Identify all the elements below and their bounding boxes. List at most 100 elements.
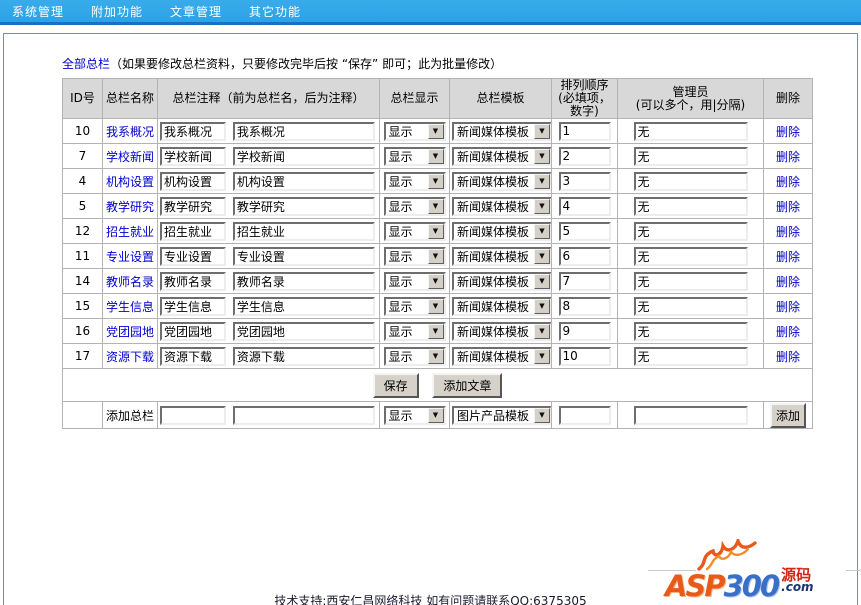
add-note-desc-input[interactable] — [232, 405, 375, 425]
add-button[interactable]: 添加 — [769, 402, 806, 428]
chevron-down-icon[interactable]: ▼ — [427, 273, 444, 289]
note-desc-input[interactable] — [232, 171, 375, 191]
note-desc-input[interactable] — [232, 346, 375, 366]
nav-item-system[interactable]: 系统管理 — [12, 3, 64, 20]
admin-input[interactable] — [633, 271, 748, 291]
order-input[interactable] — [558, 196, 611, 216]
order-input[interactable] — [558, 346, 611, 366]
admin-input[interactable] — [633, 296, 748, 316]
template-select[interactable]: 新闻媒体模板 ▼ — [452, 321, 551, 341]
template-select[interactable]: 新闻媒体模板 ▼ — [452, 246, 551, 266]
chevron-down-icon[interactable]: ▼ — [534, 407, 550, 423]
note-desc-input[interactable] — [232, 196, 375, 216]
nav-item-other[interactable]: 其它功能 — [249, 3, 301, 20]
display-select[interactable]: 显示 ▼ — [383, 271, 446, 291]
chevron-down-icon[interactable]: ▼ — [534, 123, 550, 139]
chevron-down-icon[interactable]: ▼ — [427, 407, 444, 423]
admin-input[interactable] — [633, 146, 748, 166]
display-select[interactable]: 显示 ▼ — [383, 246, 446, 266]
template-select[interactable]: 新闻媒体模板 ▼ — [452, 171, 551, 191]
display-select[interactable]: 显示 ▼ — [383, 196, 446, 216]
column-name-link[interactable]: 学生信息 — [106, 300, 154, 314]
column-name-link[interactable]: 招生就业 — [106, 225, 154, 239]
note-name-input[interactable] — [160, 246, 226, 266]
chevron-down-icon[interactable]: ▼ — [534, 273, 550, 289]
note-desc-input[interactable] — [232, 246, 375, 266]
admin-input[interactable] — [633, 321, 748, 341]
note-name-input[interactable] — [160, 271, 226, 291]
display-select[interactable]: 显示 ▼ — [383, 146, 446, 166]
delete-link[interactable]: 删除 — [776, 250, 800, 264]
note-name-input[interactable] — [160, 346, 226, 366]
add-order-input[interactable] — [558, 405, 611, 425]
order-input[interactable] — [558, 271, 611, 291]
delete-link[interactable]: 删除 — [776, 150, 800, 164]
chevron-down-icon[interactable]: ▼ — [427, 323, 444, 339]
column-name-link[interactable]: 我系概况 — [106, 125, 154, 139]
display-select[interactable]: 显示 ▼ — [383, 346, 446, 366]
admin-input[interactable] — [633, 221, 748, 241]
template-select[interactable]: 新闻媒体模板 ▼ — [452, 296, 551, 316]
delete-link[interactable]: 删除 — [776, 125, 800, 139]
template-select[interactable]: 新闻媒体模板 ▼ — [452, 146, 551, 166]
template-select[interactable]: 新闻媒体模板 ▼ — [452, 121, 551, 141]
display-select[interactable]: 显示 ▼ — [383, 321, 446, 341]
chevron-down-icon[interactable]: ▼ — [534, 198, 550, 214]
all-columns-link[interactable]: 全部总栏 — [62, 57, 110, 71]
chevron-down-icon[interactable]: ▼ — [427, 198, 444, 214]
chevron-down-icon[interactable]: ▼ — [427, 173, 444, 189]
note-desc-input[interactable] — [232, 296, 375, 316]
display-select[interactable]: 显示 ▼ — [383, 171, 446, 191]
chevron-down-icon[interactable]: ▼ — [427, 298, 444, 314]
save-button[interactable]: 保存 — [372, 372, 419, 398]
note-name-input[interactable] — [160, 171, 226, 191]
add-template-select[interactable]: 图片产品模板 ▼ — [452, 405, 551, 425]
note-name-input[interactable] — [160, 321, 226, 341]
add-display-select[interactable]: 显示 ▼ — [383, 405, 446, 425]
template-select[interactable]: 新闻媒体模板 ▼ — [452, 346, 551, 366]
admin-input[interactable] — [633, 171, 748, 191]
order-input[interactable] — [558, 146, 611, 166]
order-input[interactable] — [558, 246, 611, 266]
column-name-link[interactable]: 学校新闻 — [106, 150, 154, 164]
chevron-down-icon[interactable]: ▼ — [534, 223, 550, 239]
template-select[interactable]: 新闻媒体模板 ▼ — [452, 196, 551, 216]
note-name-input[interactable] — [160, 221, 226, 241]
chevron-down-icon[interactable]: ▼ — [534, 173, 550, 189]
column-name-link[interactable]: 教学研究 — [106, 200, 154, 214]
delete-link[interactable]: 删除 — [776, 275, 800, 289]
note-name-input[interactable] — [160, 296, 226, 316]
note-name-input[interactable] — [160, 196, 226, 216]
chevron-down-icon[interactable]: ▼ — [427, 348, 444, 364]
chevron-down-icon[interactable]: ▼ — [427, 148, 444, 164]
chevron-down-icon[interactable]: ▼ — [427, 123, 444, 139]
template-select[interactable]: 新闻媒体模板 ▼ — [452, 271, 551, 291]
delete-link[interactable]: 删除 — [776, 300, 800, 314]
display-select[interactable]: 显示 ▼ — [383, 121, 446, 141]
note-name-input[interactable] — [160, 121, 226, 141]
delete-link[interactable]: 删除 — [776, 350, 800, 364]
display-select[interactable]: 显示 ▼ — [383, 221, 446, 241]
chevron-down-icon[interactable]: ▼ — [534, 348, 550, 364]
display-select[interactable]: 显示 ▼ — [383, 296, 446, 316]
column-name-link[interactable]: 资源下载 — [106, 350, 154, 364]
chevron-down-icon[interactable]: ▼ — [534, 148, 550, 164]
chevron-down-icon[interactable]: ▼ — [534, 298, 550, 314]
admin-input[interactable] — [633, 121, 748, 141]
add-note-name-input[interactable] — [160, 405, 226, 425]
chevron-down-icon[interactable]: ▼ — [427, 223, 444, 239]
note-desc-input[interactable] — [232, 271, 375, 291]
nav-item-addons[interactable]: 附加功能 — [91, 3, 143, 20]
admin-input[interactable] — [633, 346, 748, 366]
column-name-link[interactable]: 专业设置 — [106, 250, 154, 264]
column-name-link[interactable]: 党团园地 — [106, 325, 154, 339]
delete-link[interactable]: 删除 — [776, 225, 800, 239]
order-input[interactable] — [558, 321, 611, 341]
note-desc-input[interactable] — [232, 121, 375, 141]
chevron-down-icon[interactable]: ▼ — [427, 248, 444, 264]
add-article-button[interactable]: 添加文章 — [432, 372, 503, 398]
note-desc-input[interactable] — [232, 321, 375, 341]
delete-link[interactable]: 删除 — [776, 200, 800, 214]
delete-link[interactable]: 删除 — [776, 175, 800, 189]
admin-input[interactable] — [633, 196, 748, 216]
